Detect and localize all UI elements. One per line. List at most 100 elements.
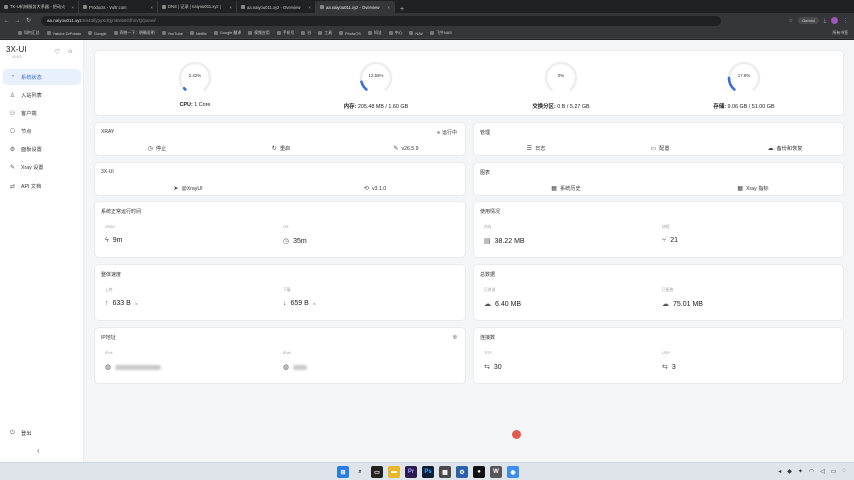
- sidebar-item-3[interactable]: ⚇ 客户端: [3, 105, 81, 121]
- xui-action-1[interactable]: ➤ @XrayUI: [173, 185, 202, 193]
- app-icon[interactable]: W: [490, 466, 502, 478]
- profile-avatar[interactable]: [831, 17, 838, 24]
- notification-icon[interactable]: ◌: [842, 468, 846, 475]
- manage-title: 管理: [480, 130, 491, 136]
- gauge-ring: [544, 61, 578, 95]
- manage-action-3[interactable]: ☁ 备份和恢复: [768, 145, 803, 152]
- manage-action-label: 备份和恢复: [776, 146, 803, 152]
- browser-tab-1[interactable]: TK-U机械服务大系器 - 把动火 ×: [0, 1, 79, 13]
- forward-icon[interactable]: →: [13, 18, 22, 24]
- tab-title: aa.naiyou011.xyz - Overview: [247, 4, 301, 10]
- close-tab-icon[interactable]: ×: [387, 5, 390, 10]
- wifi-icon[interactable]: ◠: [809, 468, 814, 475]
- browser-tab-3[interactable]: DNS | 记录 | naiyou011.xyz | ×: [158, 1, 237, 13]
- bookmark-item[interactable]: 工具: [318, 30, 332, 36]
- connections-card: 连接数 TCP ⇆ 30 UDP ⇆ 3: [473, 327, 844, 384]
- manage-action-2[interactable]: ▭ 配置: [650, 145, 669, 152]
- bookmark-item[interactable]: PhotoOS: [339, 31, 361, 36]
- back-icon[interactable]: ←: [2, 18, 11, 24]
- charts-title: 图表: [480, 170, 491, 176]
- star-icon[interactable]: ☆: [789, 18, 793, 24]
- bookmark-favicon-icon: [367, 31, 372, 35]
- xray-action-2[interactable]: ↻ 重启: [272, 145, 290, 152]
- sidebar-item-4[interactable]: ⎔ 节点: [3, 124, 81, 140]
- favicon-icon: [320, 5, 324, 9]
- visibility-toggle-icon[interactable]: ◎: [453, 334, 457, 340]
- heart-icon[interactable]: ♡: [54, 48, 60, 56]
- charts-card: 图表 ▦ 系统历史 ▦ Xray 指标: [473, 162, 844, 196]
- usage-value-text: 38.22 MB: [494, 237, 525, 245]
- app-icon[interactable]: ▦: [439, 466, 451, 478]
- bookmark-item[interactable]: 中心: [388, 30, 402, 36]
- battery-icon[interactable]: ▭: [831, 468, 837, 475]
- logout-button[interactable]: ⏻ 登出: [3, 425, 81, 441]
- sidebar-item-7[interactable]: ⇄ API 文档: [3, 178, 81, 194]
- browser-tab-5[interactable]: aa.naiyou011.xyz - Overview ×: [316, 1, 395, 13]
- windows-start-icon[interactable]: ⊞: [337, 466, 349, 478]
- xray-action-1[interactable]: ◷ 停止: [148, 145, 167, 152]
- gauge-track: [359, 61, 393, 95]
- bookmark-item[interactable]: 谷: [301, 30, 311, 36]
- all-bookmarks[interactable]: 所有书签: [832, 30, 854, 36]
- bookmark-item[interactable]: 飞牛NAS: [430, 30, 452, 36]
- bookmark-item[interactable]: YouTube: [161, 31, 183, 36]
- bookmark-item[interactable]: Yatube DrPotato: [46, 31, 81, 36]
- reload-icon[interactable]: ↻: [24, 17, 33, 24]
- gauge-1: 2.42%: [175, 58, 215, 98]
- xray-action-label: 重启: [279, 146, 291, 152]
- close-tab-icon[interactable]: ×: [308, 5, 311, 10]
- close-tab-icon[interactable]: ×: [150, 5, 153, 10]
- speed-stat-icon: ↑: [105, 300, 109, 307]
- tray-icon[interactable]: ✦: [798, 468, 803, 475]
- sidebar-item-2[interactable]: ♙ 入站列表: [3, 87, 81, 103]
- browser-tab-2[interactable]: Products - Vultr.com ×: [79, 1, 158, 13]
- gauge-track: [544, 61, 578, 95]
- search-icon[interactable]: ⌕: [354, 466, 366, 478]
- favicon-icon: [162, 5, 166, 9]
- xui-action-2[interactable]: ⟲ v3.1.0: [364, 185, 386, 193]
- close-tab-icon[interactable]: ×: [229, 5, 232, 10]
- bookmark-item[interactable]: Netflix: [189, 31, 207, 36]
- manage-action-1[interactable]: ☰ 日志: [527, 145, 546, 152]
- speed-stat-label: 下载: [283, 288, 291, 292]
- sidebar-item-1[interactable]: ◔ 系统状态: [3, 69, 81, 85]
- xray-action-3[interactable]: ✎ v26.5.9: [393, 145, 418, 153]
- tab-title: DNS | 记录 | naiyou011.xyz |: [168, 4, 221, 9]
- settings-icon[interactable]: ⚙: [456, 466, 468, 478]
- app-icon[interactable]: ●: [473, 466, 485, 478]
- bookmark-item[interactable]: 如何汇总: [18, 30, 40, 36]
- ip-title: IP地址: [101, 335, 116, 341]
- bookmark-item[interactable]: Google 翻译: [213, 30, 241, 36]
- sidebar-item-6[interactable]: ✎ Xray 设置: [3, 160, 81, 176]
- tab-title: aa.naiyou011.xyz - Overview: [326, 4, 380, 10]
- bookmark-item[interactable]: NAV: [409, 31, 423, 36]
- bookmark-item[interactable]: 四拼一下：明确说明: [113, 30, 155, 36]
- team-icon: ⚇: [9, 110, 16, 117]
- sidebar-item-5[interactable]: ⚙ 面板设置: [3, 142, 81, 158]
- close-tab-icon[interactable]: ×: [71, 5, 74, 10]
- menu-icon[interactable]: ⋮: [843, 18, 848, 24]
- premiere-icon[interactable]: Pr: [405, 466, 417, 478]
- photoshop-icon[interactable]: Ps: [422, 466, 434, 478]
- browser-tab-4[interactable]: aa.naiyou011.xyz - Overview ×: [237, 1, 316, 13]
- terminal-icon[interactable]: ▭: [371, 466, 383, 478]
- volume-icon[interactable]: ◁: [820, 468, 825, 475]
- tray-icon[interactable]: ◆: [787, 468, 792, 475]
- bookmark-item[interactable]: Google: [88, 31, 107, 36]
- theme-icon[interactable]: ☼: [67, 48, 73, 55]
- collapse-icon[interactable]: ‹: [37, 446, 40, 455]
- bookmark-item[interactable]: 手机号: [276, 30, 294, 36]
- new-tab-button[interactable]: +: [395, 6, 409, 13]
- download-icon[interactable]: ⤓: [824, 18, 826, 24]
- tray-icon[interactable]: ◂: [778, 468, 781, 475]
- speed-value-unit: /s: [134, 301, 138, 306]
- gemini-button[interactable]: Gemini: [798, 17, 819, 24]
- bookmark-favicon-icon: [88, 31, 93, 35]
- charts-action-2[interactable]: ▦ Xray 指标: [737, 185, 768, 192]
- bookmark-item[interactable]: 视频应用: [248, 30, 270, 36]
- charts-action-1[interactable]: ▦ 系统历史: [551, 185, 580, 192]
- bookmark-item[interactable]: 如法: [367, 30, 382, 36]
- url-input[interactable]: aa.naiyou011.xyz:8443/lypyXdQjmEeb9Gfhm/…: [41, 15, 721, 26]
- chrome-icon[interactable]: ◉: [507, 466, 519, 478]
- explorer-icon[interactable]: ▬: [388, 466, 400, 478]
